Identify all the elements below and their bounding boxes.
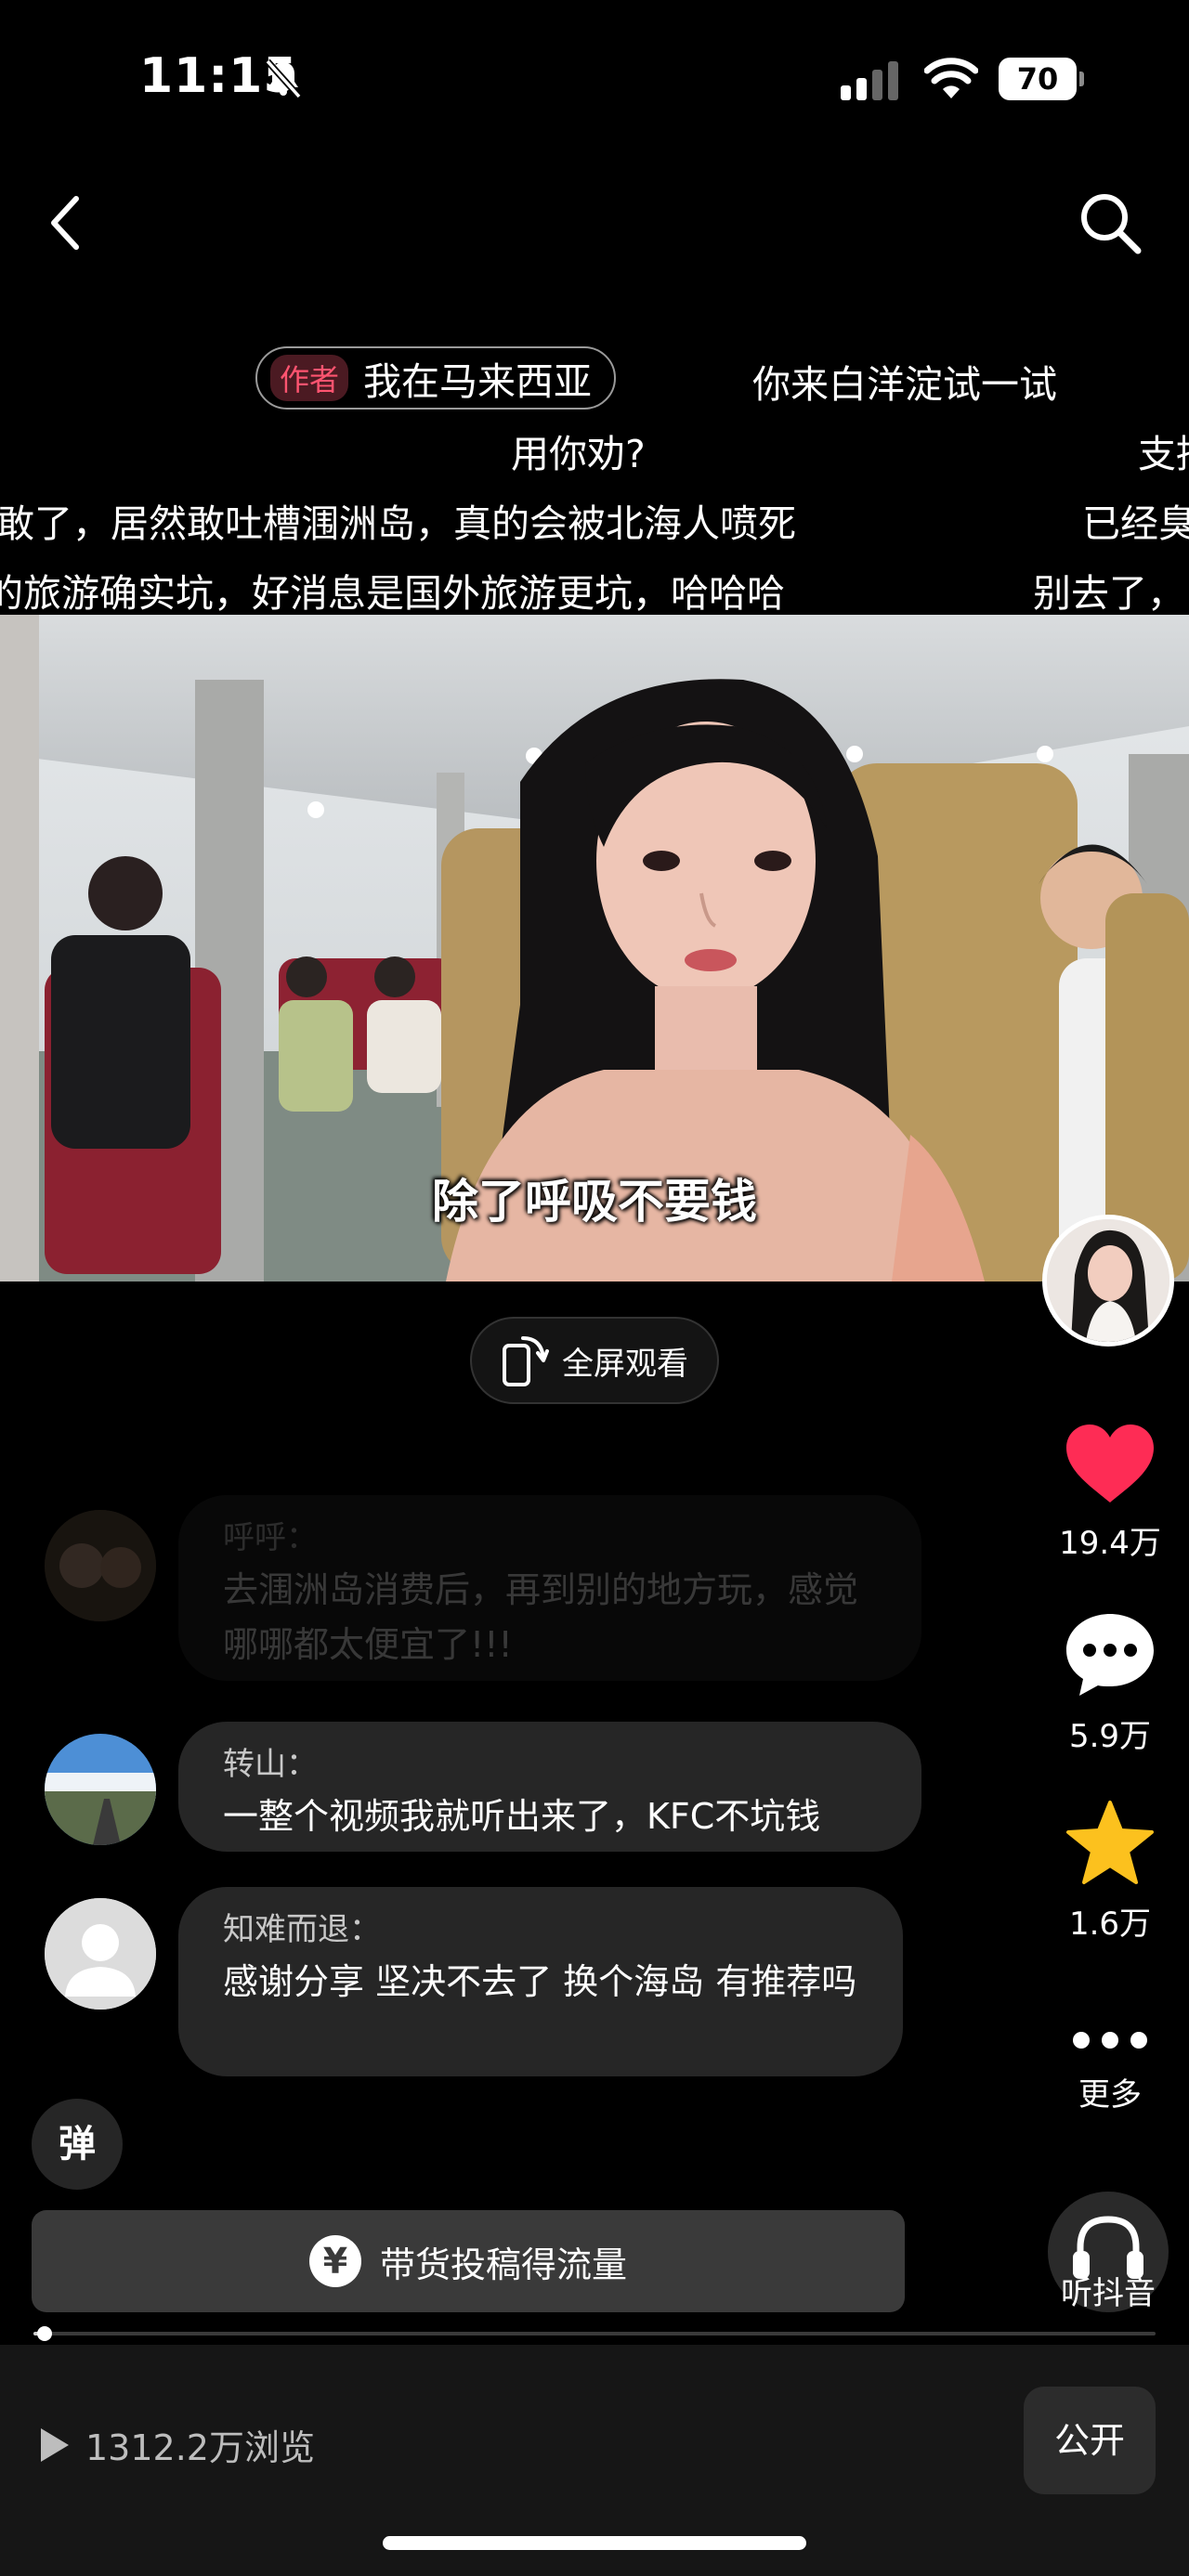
battery-level: 70 <box>999 58 1077 100</box>
home-indicator[interactable] <box>383 2536 806 2550</box>
fullscreen-button[interactable]: 全屏观看 <box>470 1317 719 1404</box>
star-shape <box>1066 1801 1154 1884</box>
comment-bubble: 呼呼： 去涠洲岛消费后，再到别的地方玩，感觉哪哪都太便宜了!!! <box>178 1495 921 1681</box>
fullscreen-label: 全屏观看 <box>562 1345 688 1383</box>
search-icon[interactable] <box>1073 186 1147 260</box>
favorite-count: 1.6万 <box>1068 1906 1152 1943</box>
comment-text: 一整个视频我就听出来了，KFC不坑钱 <box>223 1796 821 1837</box>
default-avatar-icon <box>45 1898 156 2010</box>
danmaku-item: 别去了， <box>1033 571 1185 613</box>
comment-bubble: 知难而退： 感谢分享 坚决不去了 换个海岛 有推荐吗 <box>178 1887 903 2076</box>
danmaku-item: 的旅游确实坑，好消息是国外旅游更坑，哈哈哈 <box>0 571 785 613</box>
danmaku-layer: 作者 我在马来西亚 你来白洋淀试一试 用你劝? 支持 敢了，居然敢吐槽涠洲岛，真… <box>0 334 1189 613</box>
wifi-icon <box>924 58 978 98</box>
bell-muted-icon <box>265 59 302 99</box>
visibility-button[interactable]: 公开 <box>1024 2387 1156 2494</box>
author-avatar[interactable] <box>1042 1215 1174 1347</box>
cellular-signal-icon <box>841 61 898 100</box>
more-dots-icon <box>1073 2032 1147 2049</box>
danmaku-author-text: 我在马来西亚 <box>363 359 593 404</box>
danmaku-item: 你来白洋淀试一试 <box>752 362 1057 407</box>
comment-text: 去涠洲岛消费后，再到别的地方玩，感觉哪哪都太便宜了!!! <box>223 1569 859 1665</box>
author-tag: 作者 <box>270 355 349 401</box>
danmaku-toggle-button[interactable]: 弹 <box>32 2099 123 2190</box>
comment-button[interactable]: 5.9万 <box>1050 1612 1170 1756</box>
battery-cap <box>1079 72 1084 86</box>
like-count: 19.4万 <box>1059 1525 1161 1562</box>
status-bar: 11:15 70 <box>0 0 1189 158</box>
comment-bubble-icon <box>1066 1614 1154 1696</box>
comment-text: 感谢分享 坚决不去了 换个海岛 有推荐吗 <box>223 1961 857 2002</box>
promo-bar[interactable]: ¥ 带货投稿得流量 <box>32 2210 905 2312</box>
battery-indicator: 70 <box>999 58 1084 100</box>
promo-label: 带货投稿得流量 <box>379 2244 627 2285</box>
video-subtitle: 除了呼吸不要钱 <box>432 1175 757 1229</box>
comment-count: 5.9万 <box>1068 1718 1152 1755</box>
danmaku-item: 敢了，居然敢吐槽涠洲岛，真的会被北海人喷死 <box>0 501 796 546</box>
danmaku-item: 支持 <box>1138 432 1189 476</box>
video-player[interactable]: 除了呼吸不要钱 <box>0 615 1189 1281</box>
heart-icon <box>1066 1425 1154 1503</box>
commenter-avatar <box>45 1734 156 1845</box>
listen-label: 听抖音 <box>1061 2275 1156 2312</box>
play-icon <box>41 2427 69 2462</box>
comment-author: 转山： <box>223 1746 318 1783</box>
progress-knob[interactable] <box>37 2326 53 2341</box>
comment-author: 知难而退： <box>223 1911 381 1948</box>
heart-shape <box>1066 1425 1154 1503</box>
more-button[interactable]: 更多 <box>1050 2024 1170 2114</box>
back-button[interactable] <box>37 186 93 260</box>
view-count-text: 1312.2万浏览 <box>85 2427 315 2468</box>
star-icon <box>1066 1801 1154 1884</box>
danmaku-item: 用你劝? <box>511 432 646 476</box>
more-label: 更多 <box>1078 2076 1142 2114</box>
commenter-avatar <box>45 1510 156 1621</box>
like-button[interactable]: 19.4万 <box>1050 1423 1170 1563</box>
danmaku-author-bubble[interactable]: 作者 我在马来西亚 <box>255 346 617 410</box>
rotate-screen-icon <box>503 1336 549 1386</box>
danmaku-item: 已经臭 <box>1082 501 1189 546</box>
yuan-coin-icon: ¥ <box>308 2235 361 2287</box>
favorite-button[interactable]: 1.6万 <box>1050 1800 1170 1944</box>
comment-bubble: 转山： 一整个视频我就听出来了，KFC不坑钱 <box>178 1722 921 1852</box>
comment-author: 呼呼： <box>223 1519 318 1556</box>
video-progress-bar[interactable] <box>33 2326 1156 2341</box>
view-count: 1312.2万浏览 <box>37 2419 315 2470</box>
